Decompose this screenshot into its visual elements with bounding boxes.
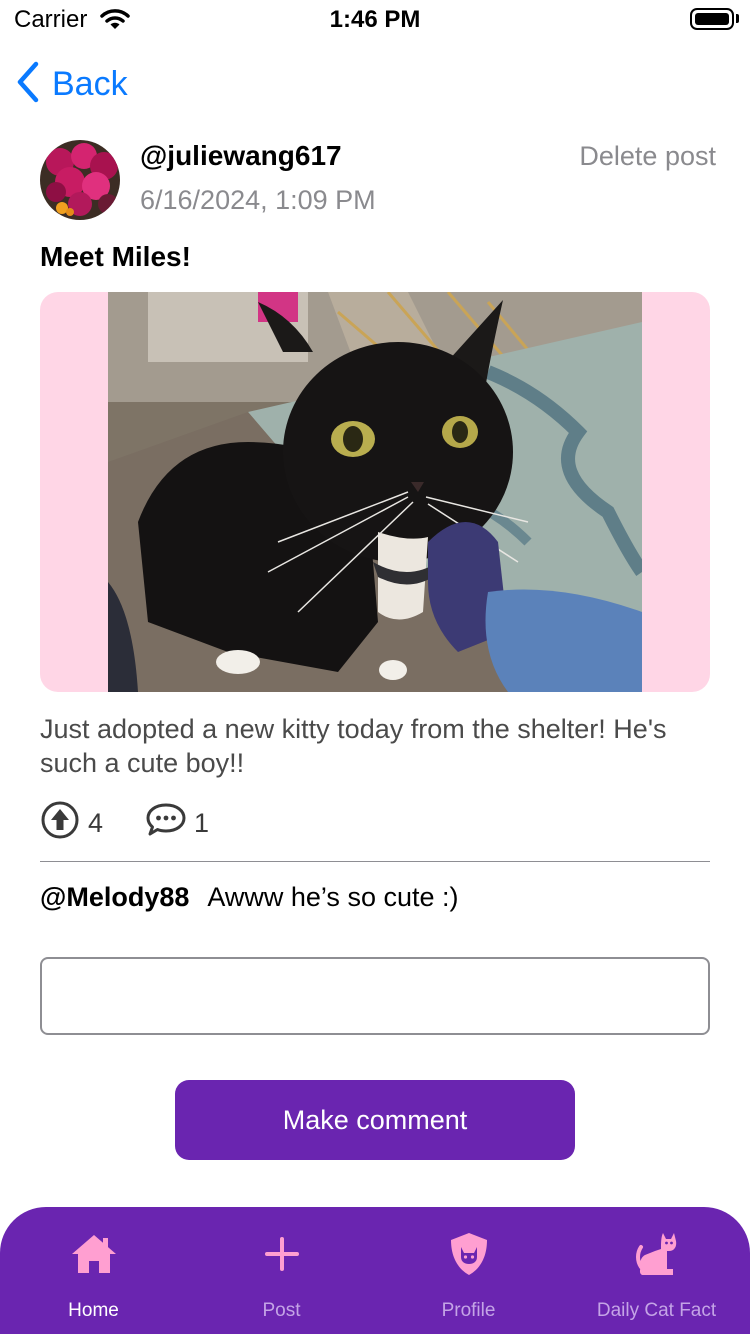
battery-tip — [736, 14, 739, 23]
comment-input[interactable] — [40, 957, 710, 1035]
plus-icon — [188, 1229, 375, 1279]
tab-home[interactable]: Home — [0, 1207, 187, 1334]
status-bar: Carrier 1:46 PM — [0, 0, 750, 40]
cat-icon — [563, 1229, 750, 1279]
tab-profile-label: Profile — [441, 1300, 496, 1321]
home-icon — [0, 1229, 187, 1279]
tab-post[interactable]: Post — [188, 1207, 375, 1334]
divider — [40, 861, 710, 862]
comment-item: @Melody88 Awww he’s so cute :) — [40, 882, 458, 913]
tab-daily-cat-fact-label: Daily Cat Fact — [596, 1300, 717, 1321]
tab-daily-cat-fact[interactable]: Daily Cat Fact — [563, 1207, 750, 1334]
shield-cat-icon — [375, 1229, 562, 1279]
upvote-button[interactable] — [40, 800, 80, 840]
comment-text: Awww he’s so cute :) — [207, 882, 459, 912]
comment-author[interactable]: @Melody88 — [40, 882, 189, 912]
tab-home-label: Home — [68, 1300, 119, 1321]
arrow-up-circle-icon — [40, 801, 80, 844]
battery-icon — [690, 8, 734, 30]
post-timestamp: 6/16/2024, 1:09 PM — [140, 185, 376, 215]
tab-profile[interactable]: Profile — [375, 1207, 562, 1334]
avatar[interactable] — [40, 140, 120, 220]
delete-post-button[interactable]: Delete post — [579, 141, 716, 172]
clock: 1:46 PM — [329, 6, 421, 33]
post-title: Meet Miles! — [40, 241, 191, 272]
back-label: Back — [52, 64, 128, 103]
comment-count: 1 — [194, 808, 210, 838]
post-photo — [108, 292, 642, 692]
tab-post-label: Post — [262, 1300, 301, 1321]
post-body: Just adopted a new kitty today from the … — [40, 714, 667, 778]
comments-button[interactable] — [145, 802, 187, 838]
chevron-left-icon — [14, 60, 42, 109]
make-comment-button[interactable]: Make comment — [175, 1080, 575, 1160]
post-photo-frame — [40, 292, 710, 692]
upvote-count: 4 — [88, 808, 104, 838]
post-author-username[interactable]: @juliewang617 — [140, 140, 342, 172]
speech-bubble-icon — [145, 803, 187, 842]
tab-bar: Home Post Profile Daily Cat Fact — [0, 1207, 750, 1334]
back-button[interactable]: Back — [14, 60, 128, 108]
